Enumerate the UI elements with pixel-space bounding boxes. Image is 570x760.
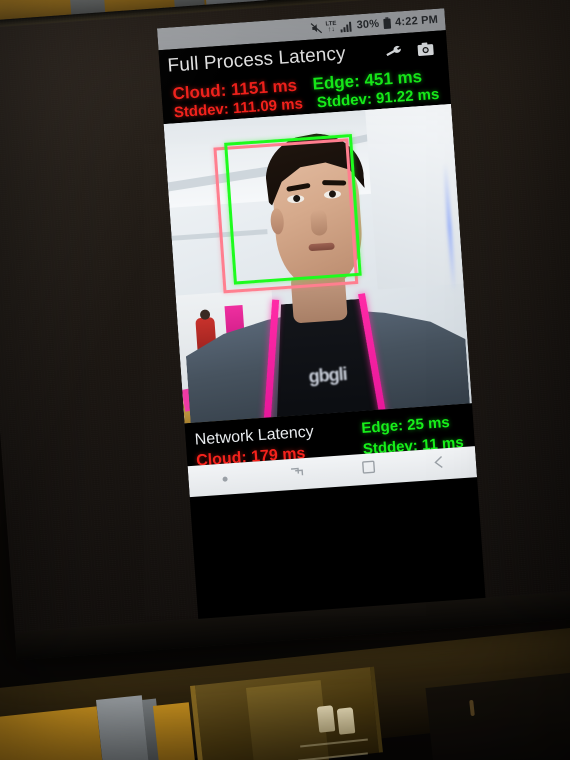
photo-scene: LTE ↑↓ 30% 4:22 PM Full Process Latency … xyxy=(0,0,570,760)
home-square-icon xyxy=(361,460,375,479)
app-bar-actions xyxy=(383,38,439,61)
mute-icon xyxy=(309,22,322,35)
lte-icon: LTE ↑↓ xyxy=(325,20,337,34)
nav-back-button[interactable] xyxy=(404,453,477,476)
edge-detection-box xyxy=(224,133,362,285)
camera-icon[interactable] xyxy=(415,38,435,58)
back-arrow-icon xyxy=(432,455,447,474)
recents-icon xyxy=(288,465,304,484)
wrench-icon[interactable] xyxy=(383,41,403,61)
bottle xyxy=(336,707,356,735)
nav-recents-button[interactable] xyxy=(260,463,333,486)
bottle xyxy=(316,705,336,733)
nav-dot-button[interactable] xyxy=(188,474,260,484)
page-title: Full Process Latency xyxy=(166,43,347,77)
background-yellow-wall xyxy=(0,706,103,760)
background-yellow-wall xyxy=(152,702,196,760)
background-dark-right xyxy=(425,672,570,760)
phone-screenshot: LTE ↑↓ 30% 4:22 PM Full Process Latency … xyxy=(156,8,487,635)
nav-home-button[interactable] xyxy=(332,458,405,481)
dot-icon xyxy=(221,476,228,482)
signal-bars-icon xyxy=(340,20,353,32)
clock: 4:22 PM xyxy=(394,13,439,29)
background-gray-column xyxy=(96,695,149,760)
fridge-glass-door xyxy=(246,680,330,760)
battery-percent: 30% xyxy=(356,17,380,32)
battery-icon xyxy=(383,17,392,30)
monitor: LTE ↑↓ 30% 4:22 PM Full Process Latency … xyxy=(0,0,570,661)
camera-preview[interactable]: gbgli xyxy=(163,104,472,424)
